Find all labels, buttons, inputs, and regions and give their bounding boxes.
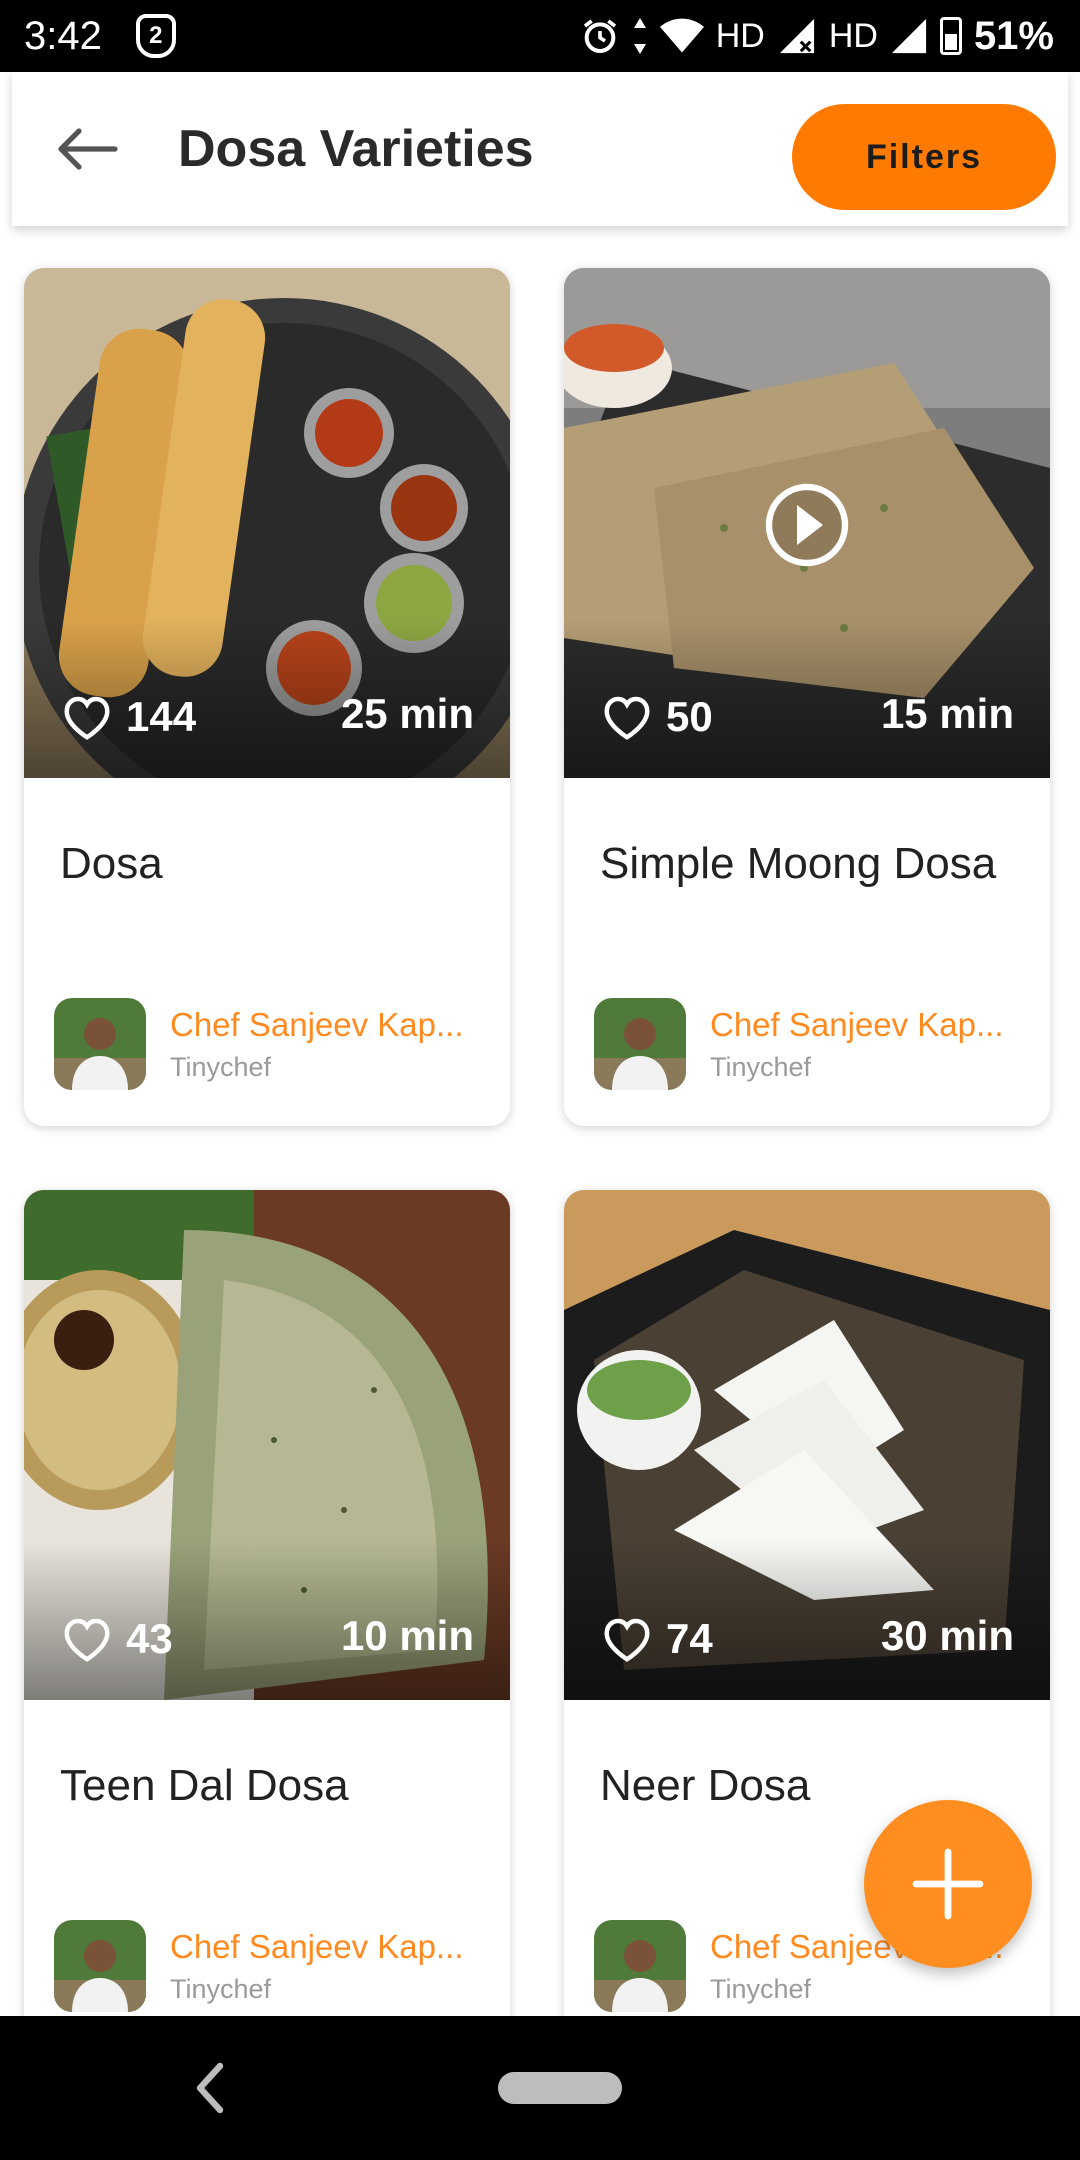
author-name: Chef Sanjeev Kap... — [170, 1005, 464, 1043]
arrow-left-icon — [58, 128, 118, 170]
recipe-title[interactable]: Teen Dal Dosa — [60, 1750, 480, 1822]
app-header: Dosa Varieties Filters — [12, 72, 1068, 226]
likes-count[interactable]: 144 — [60, 692, 196, 742]
filters-button[interactable]: Filters — [792, 104, 1056, 210]
heart-outline-icon — [604, 1618, 650, 1662]
wifi-icon — [659, 18, 704, 53]
avatar — [594, 1920, 686, 2012]
plus-icon — [912, 1848, 984, 1920]
add-recipe-button[interactable] — [864, 1800, 1032, 1968]
recipe-card[interactable]: 43 10 min Teen Dal Dosa Chef Sanjeev Kap… — [24, 1190, 510, 2048]
nav-home-pill[interactable] — [498, 2072, 622, 2104]
heart-outline-icon — [64, 696, 110, 740]
recipe-image[interactable]: 43 10 min — [24, 1190, 510, 1700]
likes-value: 43 — [126, 1615, 173, 1662]
page-title: Dosa Varieties — [178, 120, 534, 178]
signal-icon-2 — [891, 18, 927, 54]
alarm-icon — [583, 19, 616, 54]
recipe-title[interactable]: Simple Moong Dosa — [600, 828, 1020, 900]
likes-value: 50 — [666, 693, 713, 740]
likes-value: 144 — [126, 693, 197, 740]
likes-count[interactable]: 74 — [600, 1614, 713, 1664]
nav-back-icon[interactable] — [190, 2058, 230, 2118]
signal-icon — [779, 18, 814, 54]
recipe-image[interactable]: 144 25 min — [24, 268, 510, 778]
play-circle-icon[interactable] — [763, 481, 851, 569]
author-source: Tinychef — [170, 1973, 272, 2004]
network-label-2: HD — [828, 16, 878, 55]
avatar — [54, 1920, 146, 2012]
recipe-image[interactable]: 74 30 min — [564, 1190, 1050, 1700]
status-time: 3:42 — [24, 13, 102, 58]
author-row[interactable]: Chef Sanjeev Kap... Tinychef — [54, 1920, 464, 2012]
author-name: Chef Sanjeev Kap... — [710, 1005, 1004, 1043]
likes-count[interactable]: 50 — [600, 692, 713, 742]
battery-icon — [939, 17, 962, 55]
duration: 30 min — [880, 1612, 1014, 1659]
network-label-1: HD — [715, 16, 765, 55]
likes-value: 74 — [666, 1615, 713, 1662]
author-row[interactable]: Chef Sanjeev Kap... Tinychef — [54, 998, 464, 1090]
avatar — [594, 998, 686, 1090]
author-row[interactable]: Chef Sanjeev Kap... Tinychef — [594, 998, 1004, 1090]
heart-outline-icon — [64, 1618, 110, 1662]
duration: 10 min — [340, 1612, 474, 1659]
author-source: Tinychef — [170, 1051, 272, 1082]
duration: 15 min — [880, 690, 1014, 737]
back-button[interactable] — [32, 94, 142, 204]
avatar — [54, 998, 146, 1090]
app-screen: 3:42 2 HD HD 51% Dosa Varieties Filters — [0, 0, 1080, 2160]
recipe-title[interactable]: Dosa — [60, 828, 480, 900]
recipe-card[interactable]: 144 25 min Dosa Chef Sanjeev Kap... Tiny… — [24, 268, 510, 1126]
author-source: Tinychef — [710, 1973, 812, 2004]
likes-count[interactable]: 43 — [60, 1614, 173, 1664]
recipe-image[interactable]: 50 15 min — [564, 268, 1050, 778]
duration: 25 min — [340, 690, 474, 737]
shield-badge-icon: 2 — [135, 14, 176, 58]
heart-outline-icon — [604, 696, 650, 740]
battery-percent: 51% — [973, 13, 1054, 58]
author-name: Chef Sanjeev Kap... — [170, 1927, 464, 1965]
author-source: Tinychef — [710, 1051, 812, 1082]
recipe-card[interactable]: 50 15 min Simple Moong Dosa Chef Sanjeev… — [564, 268, 1050, 1126]
system-nav-bar — [0, 2016, 1080, 2160]
data-arrows-icon — [633, 18, 646, 54]
status-bar: 3:42 2 HD HD 51% — [0, 0, 1080, 72]
